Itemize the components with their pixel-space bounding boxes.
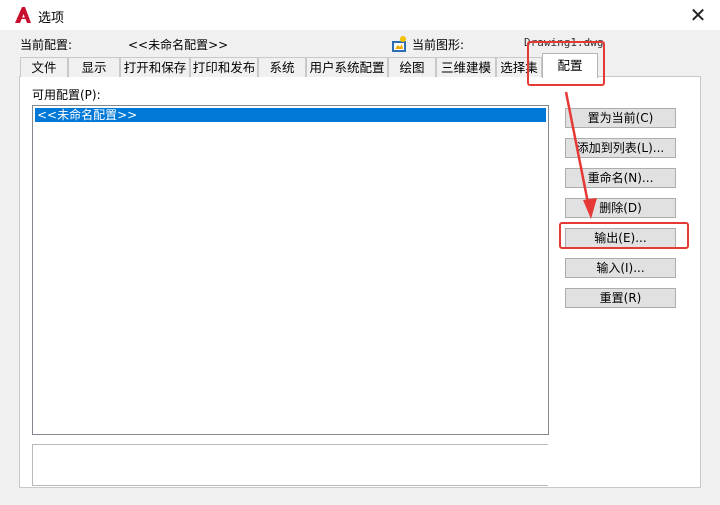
options-dialog: 选项 ✕ 当前配置: <<未命名配置>> 当前图形: Drawing1.dwg … [0,0,720,505]
annotation-arrow-icon [564,91,597,219]
